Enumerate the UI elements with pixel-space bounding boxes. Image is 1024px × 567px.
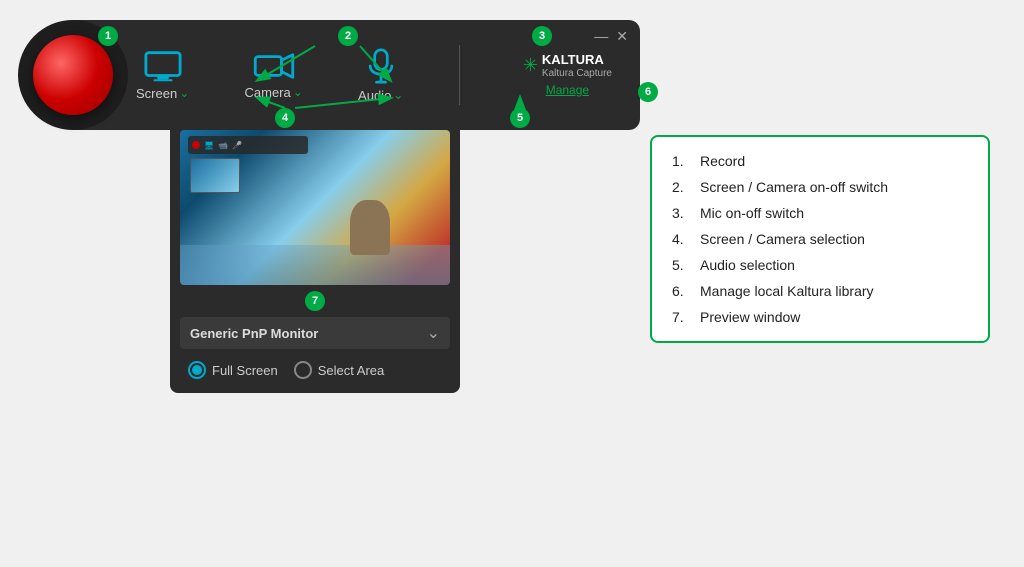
item-1-num: 1.	[672, 153, 692, 169]
badge-1: 1	[98, 26, 118, 46]
list-item-5: 5. Audio selection	[672, 257, 968, 273]
badge-6: 6	[638, 82, 658, 102]
dropdown-chevron-icon: ⌄	[427, 323, 440, 343]
camera-chevron: ⌄	[293, 85, 303, 99]
screen-icon	[144, 50, 182, 82]
kaltura-star-icon: ✳	[523, 55, 538, 76]
item-7-text: Preview window	[700, 309, 800, 325]
minimize-button[interactable]: —	[594, 28, 608, 45]
item-6-text: Manage local Kaltura library	[700, 283, 874, 299]
audio-label: Audio ⌄	[358, 88, 403, 103]
monitor-label: Generic PnP Monitor	[190, 326, 318, 341]
window-controls: — ✕	[594, 28, 628, 45]
mini-cam-icon: 📹	[218, 141, 228, 150]
item-2-num: 2.	[672, 179, 692, 195]
item-5-text: Audio selection	[700, 257, 795, 273]
item-1-text: Record	[700, 153, 745, 169]
divider	[459, 45, 460, 105]
mini-mic-icon: 🎤	[232, 141, 242, 150]
badge-3: 3	[532, 26, 552, 46]
item-3-text: Mic on-off switch	[700, 205, 804, 221]
full-screen-label: Full Screen	[212, 363, 278, 378]
full-screen-radio-inner	[192, 365, 202, 375]
info-panel: 1. Record 2. Screen / Camera on-off swit…	[650, 135, 990, 343]
main-container: Screen ⌄ Camera ⌄	[20, 20, 1000, 550]
item-4-text: Screen / Camera selection	[700, 231, 865, 247]
preview-image: 🖥 📹 🎤	[180, 130, 450, 285]
select-area-label: Select Area	[318, 363, 385, 378]
item-3-num: 3.	[672, 205, 692, 221]
toolbar-controls: Screen ⌄ Camera ⌄	[128, 45, 628, 105]
kaltura-logo: ✳ KALTURAKaltura Capture	[523, 53, 612, 78]
water-reflection	[180, 245, 450, 285]
kaltura-brand: KALTURAKaltura Capture	[542, 53, 612, 78]
item-6-num: 6.	[672, 283, 692, 299]
list-item-7: 7. Preview window	[672, 309, 968, 325]
badge-7: 7	[305, 291, 325, 311]
preview-mini-bar: 🖥 📹 🎤	[188, 136, 308, 154]
screen-label: Screen ⌄	[136, 86, 189, 101]
manage-link[interactable]: Manage	[546, 83, 589, 97]
close-button[interactable]: ✕	[616, 28, 628, 45]
camera-icon	[252, 51, 296, 81]
audio-control-group[interactable]: Audio ⌄	[358, 48, 403, 103]
mini-record-dot	[192, 141, 200, 149]
screen-chevron: ⌄	[179, 86, 189, 100]
full-screen-radio[interactable]	[188, 361, 206, 379]
mic-icon	[368, 48, 394, 84]
mini-screen-icon: 🖥	[204, 141, 214, 150]
camera-control-group[interactable]: Camera ⌄	[245, 51, 303, 100]
badge-4: 4	[275, 108, 295, 128]
list-item-6: 6. Manage local Kaltura library	[672, 283, 968, 299]
camera-label: Camera ⌄	[245, 85, 303, 100]
preview-mini-screen	[190, 158, 240, 193]
select-area-option[interactable]: Select Area	[294, 361, 385, 379]
item-4-num: 4.	[672, 231, 692, 247]
monitor-dropdown[interactable]: Generic PnP Monitor ⌄	[180, 317, 450, 349]
record-button[interactable]	[33, 35, 113, 115]
badge-7-wrap: 7	[180, 287, 450, 311]
list-item-3: 3. Mic on-off switch	[672, 205, 968, 221]
item-5-num: 5.	[672, 257, 692, 273]
item-7-num: 7.	[672, 309, 692, 325]
info-list: 1. Record 2. Screen / Camera on-off swit…	[672, 153, 968, 325]
kaltura-section: — ✕ ✳ KALTURAKaltura Capture Manage	[515, 53, 620, 96]
list-item-1: 1. Record	[672, 153, 968, 169]
badge-2: 2	[338, 26, 358, 46]
item-2-text: Screen / Camera on-off switch	[700, 179, 888, 195]
select-area-radio[interactable]	[294, 361, 312, 379]
preview-panel: 🖥 📹 🎤 7 Generic PnP Monitor ⌄ Full Scree…	[170, 120, 460, 393]
rock-decoration	[350, 200, 390, 255]
audio-chevron: ⌄	[393, 88, 403, 102]
badge-5: 5	[510, 108, 530, 128]
preview-options: Full Screen Select Area	[180, 357, 450, 383]
list-item-2: 2. Screen / Camera on-off switch	[672, 179, 968, 195]
full-screen-option[interactable]: Full Screen	[188, 361, 278, 379]
screen-control-group[interactable]: Screen ⌄	[136, 50, 189, 101]
list-item-4: 4. Screen / Camera selection	[672, 231, 968, 247]
